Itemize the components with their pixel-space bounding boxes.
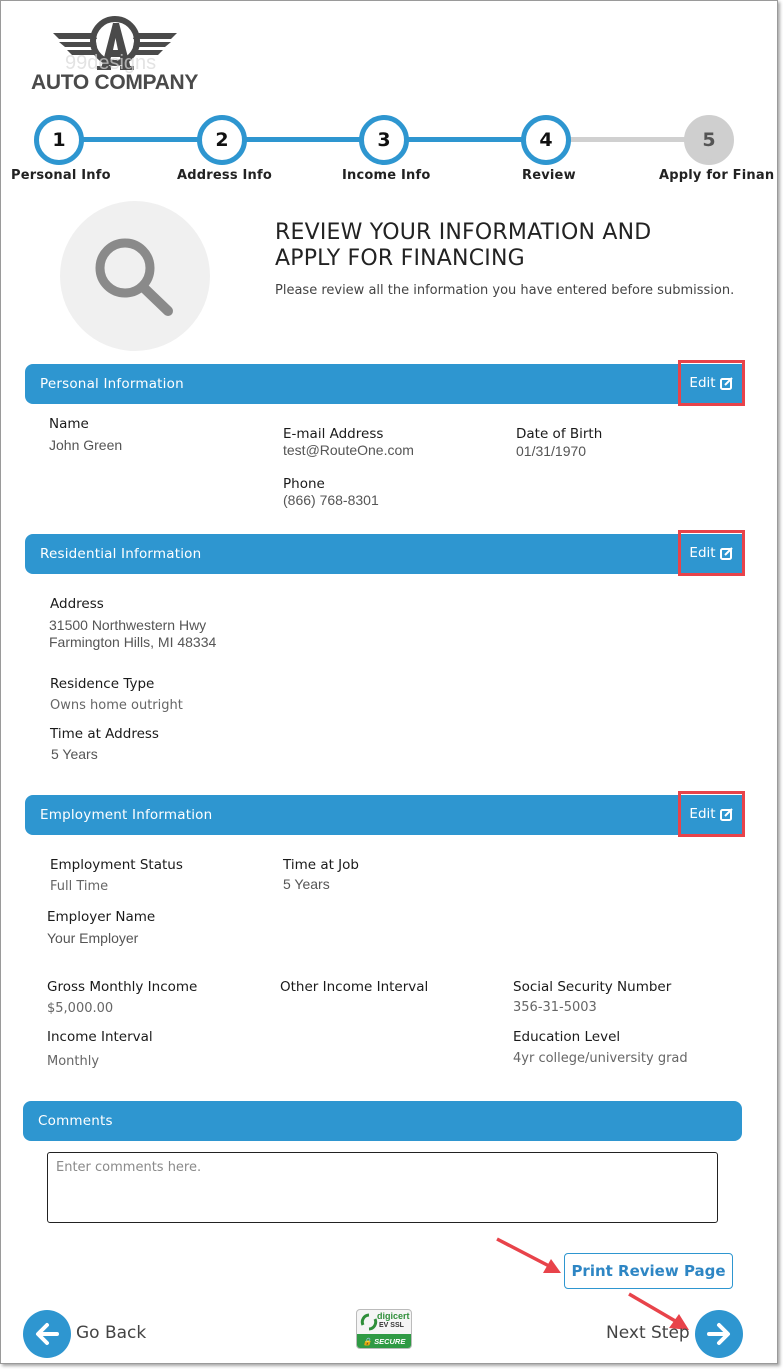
dob-label: Date of Birth (516, 426, 603, 442)
dob-value: 01/31/1970 (516, 443, 587, 459)
badge-secure-text: SECURE (374, 1337, 406, 1346)
step-connector (83, 137, 203, 142)
badge-secure: 🔒 SECURE (357, 1334, 411, 1348)
step-2-label: Address Info (177, 168, 272, 183)
step-5-label: Apply for Finan (659, 168, 775, 183)
digicert-ssl-badge: digicert EV SSL 🔒 SECURE (356, 1309, 412, 1349)
go-back-label[interactable]: Go Back (76, 1323, 146, 1343)
edit-employment-button[interactable]: Edit (678, 791, 745, 837)
income-interval-label: Income Interval (47, 1029, 153, 1045)
name-label: Name (49, 416, 89, 432)
edit-icon (719, 547, 733, 560)
step-3-circle[interactable]: 3 (359, 115, 409, 165)
time-at-address-label: Time at Address (50, 726, 159, 742)
employer-name-value: Your Employer (47, 930, 139, 946)
badge-type: EV SSL (379, 1322, 404, 1329)
step-1-label: Personal Info (11, 168, 111, 183)
address-line-2: Farmington Hills, MI 48334 (49, 634, 217, 650)
arrow-left-icon (36, 1323, 59, 1345)
next-step-button[interactable] (695, 1310, 743, 1358)
page-frame: 99designs AUTO COMPANY 1 2 3 4 5 Persona… (0, 0, 778, 1364)
edit-label: Edit (689, 375, 716, 391)
income-interval-value: Monthly (47, 1054, 100, 1069)
edit-label: Edit (689, 806, 716, 822)
ssn-value: 356-31-5003 (513, 1000, 597, 1015)
name-value: John Green (49, 437, 123, 453)
email-value: test@RouteOne.com (283, 442, 414, 458)
employment-status-value: Full Time (50, 879, 109, 894)
personal-info-header: Personal Information Edit (25, 360, 745, 406)
address-label: Address (50, 596, 104, 612)
section-title: Residential Information (40, 546, 202, 562)
phone-value: (866) 768-8301 (283, 492, 379, 508)
badge-brand: digicert (377, 1311, 410, 1321)
edit-label: Edit (689, 545, 716, 561)
section-title: Comments (38, 1113, 113, 1129)
page-title-line-2: APPLY FOR FINANCING (275, 246, 525, 271)
page-title: REVIEW YOUR INFORMATION AND APPLY FOR FI… (275, 220, 745, 272)
gross-income-label: Gross Monthly Income (47, 979, 198, 995)
employment-info-header: Employment Information Edit (25, 791, 745, 837)
progress-stepper: 1 2 3 4 5 Personal Info Address Info Inc… (1, 113, 777, 188)
next-step-label[interactable]: Next Step (606, 1323, 690, 1343)
ssn-label: Social Security Number (513, 979, 672, 995)
section-title: Employment Information (40, 807, 213, 823)
magnifier-icon (95, 238, 173, 316)
step-3-label: Income Info (342, 168, 431, 183)
time-at-job-value: 5 Years (283, 876, 330, 892)
step-5-circle: 5 (684, 115, 734, 165)
logo-text: AUTO COMPANY (31, 71, 199, 94)
comments-header: Comments (23, 1101, 742, 1141)
step-4-label: Review (522, 168, 576, 183)
edit-icon (719, 808, 733, 821)
comments-input[interactable] (47, 1152, 718, 1223)
print-review-page-button[interactable]: Print Review Page (564, 1253, 733, 1289)
section-title: Personal Information (40, 376, 184, 392)
step-4-circle[interactable]: 4 (521, 115, 571, 165)
arrow-right-icon (707, 1323, 730, 1345)
page-title-line-1: REVIEW YOUR INFORMATION AND (275, 220, 652, 245)
other-income-interval-label: Other Income Interval (280, 979, 429, 995)
annotation-arrow-icon (496, 1237, 561, 1273)
employer-name-label: Employer Name (47, 909, 156, 925)
digicert-logo-icon (360, 1313, 378, 1331)
go-back-button[interactable] (23, 1310, 71, 1358)
step-1-circle[interactable]: 1 (34, 115, 84, 165)
email-label: E-mail Address (283, 426, 384, 442)
step-connector (407, 137, 527, 142)
step-2-circle[interactable]: 2 (197, 115, 247, 165)
education-value: 4yr college/university grad (513, 1051, 688, 1066)
edit-residential-button[interactable]: Edit (678, 530, 745, 576)
review-illustration (60, 201, 210, 351)
residential-info-header: Residential Information Edit (25, 530, 745, 576)
edit-personal-button[interactable]: Edit (678, 360, 745, 406)
step-connector (569, 137, 689, 142)
time-at-job-label: Time at Job (283, 857, 359, 873)
phone-label: Phone (283, 476, 325, 492)
education-label: Education Level (513, 1029, 621, 1045)
residence-type-label: Residence Type (50, 676, 155, 692)
employment-status-label: Employment Status (50, 857, 183, 873)
address-line-1: 31500 Northwestern Hwy (49, 617, 207, 633)
lock-icon: 🔒 (362, 1337, 372, 1346)
gross-income-value: $5,000.00 (47, 1001, 114, 1016)
page-subtitle: Please review all the information you ha… (275, 283, 735, 298)
time-at-address-value: 5 Years (51, 746, 98, 762)
edit-icon (719, 377, 733, 390)
step-connector (245, 137, 365, 142)
residence-type-value: Owns home outright (50, 698, 183, 713)
